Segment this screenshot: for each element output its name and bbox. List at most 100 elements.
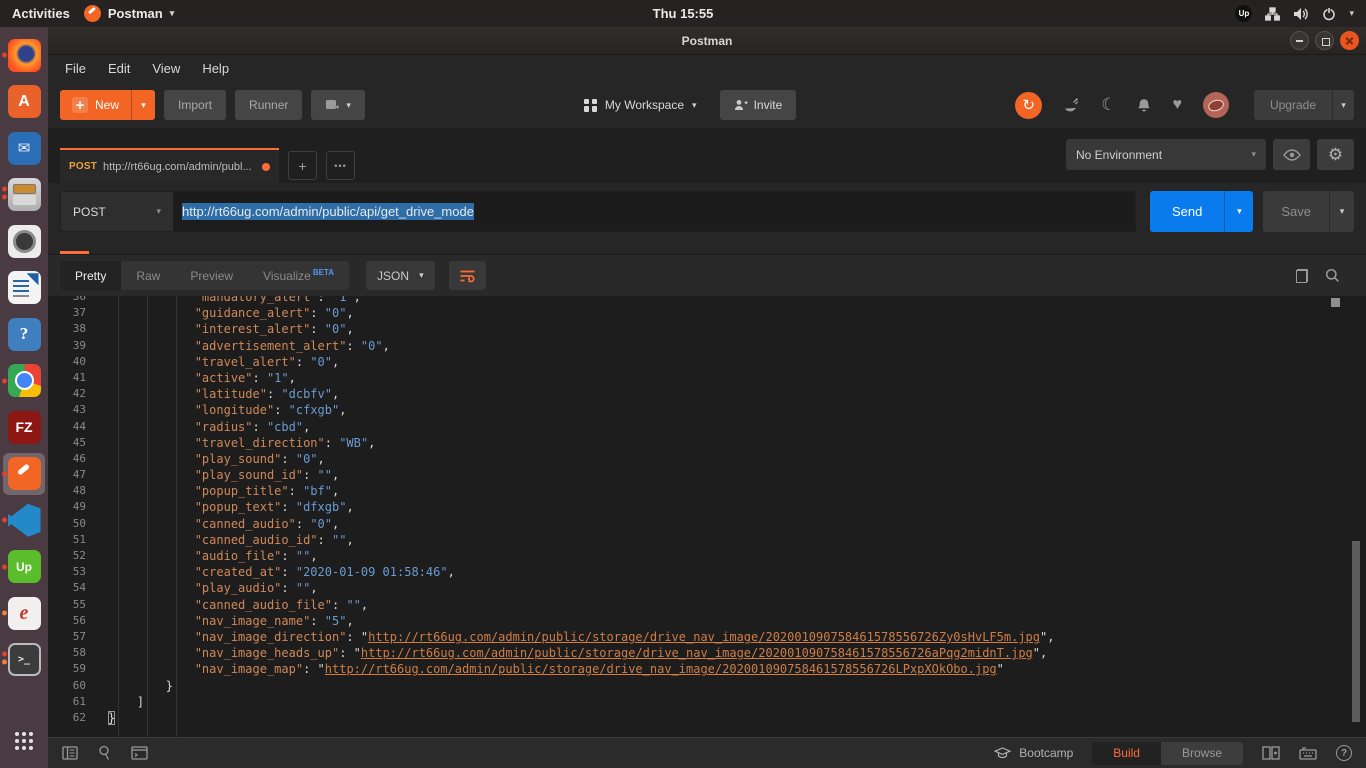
dock-item-file-cabinet[interactable] [0,172,48,219]
code-line: 39 "advertisement_alert": "0", [48,338,1366,354]
line-number: 38 [48,321,96,337]
chevron-down-icon[interactable]: ▾ [1349,8,1354,19]
code-line: 47 "play_sound_id": "", [48,467,1366,483]
avatar[interactable] [1203,92,1229,118]
request-tab[interactable]: POST http://rt66ug.com/admin/publ... [60,148,279,183]
menu-view[interactable]: View [143,58,189,79]
copy-icon[interactable] [1296,269,1308,283]
response-link[interactable]: http://rt66ug.com/admin/public/storage/d… [325,662,997,676]
workspace-selector[interactable]: My Workspace ▾ [584,98,697,112]
send-dropdown[interactable]: ▾ [1224,191,1253,232]
tab-pretty[interactable]: Pretty [60,261,121,290]
help-button[interactable]: ? [1336,745,1352,761]
sidebar-toggle-icon[interactable] [62,746,78,760]
build-tab[interactable]: Build [1092,742,1161,765]
code-line: 62} [48,710,1366,726]
code-line: 54 "play_audio": "", [48,580,1366,596]
environment-selector[interactable]: No Environment ▾ [1066,139,1266,170]
power-icon[interactable] [1322,7,1336,21]
dock-item-chrome[interactable] [0,358,48,405]
dock-item-show-applications[interactable] [0,718,48,765]
dock-item-vscode[interactable] [0,497,48,544]
invite-button[interactable]: Invite [720,90,797,120]
upgrade-button[interactable]: Upgrade ▾ [1254,90,1354,120]
language-label: JSON [377,269,409,283]
language-selector[interactable]: JSON ▾ [366,261,435,290]
code-line: 53 "created_at": "2020-01-09 01:58:46", [48,564,1366,580]
scrollbar-top[interactable] [1331,298,1340,307]
search-icon[interactable] [1325,268,1340,283]
keyboard-shortcuts-icon[interactable] [1299,747,1317,760]
volume-icon[interactable] [1293,7,1309,21]
import-button[interactable]: Import [164,90,226,120]
environment-preview-button[interactable] [1273,139,1310,170]
clock[interactable]: Thu 15:55 [653,6,714,21]
sync-icon[interactable]: ↻ [1015,92,1042,119]
dock-item-firefox[interactable] [0,32,48,79]
new-button[interactable]: +New ▾ [60,90,155,120]
open-new-window-button[interactable]: ▾ [311,90,365,120]
dock-item-postman[interactable] [0,451,48,498]
send-button[interactable]: Send ▾ [1150,191,1253,232]
upwork-tray-icon[interactable]: Up [1235,5,1252,22]
method-selector[interactable]: POST ▾ [60,191,173,232]
dock-item-help[interactable]: ? [0,311,48,358]
request-tabs-collapsed [48,240,1366,255]
save-dropdown[interactable]: ▾ [1329,191,1354,232]
dock-item-media-app[interactable] [0,218,48,265]
bootcamp-button[interactable]: Bootcamp [994,746,1073,760]
moon-icon[interactable]: ☾ [1101,95,1116,115]
code-line: 38 "interest_alert": "0", [48,321,1366,337]
satellite-icon[interactable] [1063,98,1080,113]
activities-button[interactable]: Activities [12,6,70,21]
menu-help[interactable]: Help [193,58,238,79]
maximize-button[interactable] [1315,31,1334,50]
settings-button[interactable]: ⚙ [1317,139,1354,170]
tab-visualize[interactable]: VisualizeBETA [248,261,349,290]
postman-window: Postman File Edit View Help +New ▾ Impor… [48,27,1366,768]
dock-item-filezilla[interactable]: FZ [0,404,48,451]
tab-options-button[interactable]: ••• [326,151,355,180]
tab-method: POST [69,161,97,172]
dock-item-ubuntu-software[interactable]: A [0,79,48,126]
find-icon[interactable] [97,745,112,761]
dock-item-thunderbird[interactable]: ✉ [0,125,48,172]
line-number: 61 [48,694,96,710]
network-icon[interactable] [1265,7,1280,21]
two-pane-icon[interactable] [1262,746,1280,760]
url-input[interactable]: http://rt66ug.com/admin/public/api/get_d… [173,191,1136,232]
runner-button[interactable]: Runner [235,90,302,120]
media-app-icon [8,225,41,258]
heart-icon[interactable]: ♥ [1172,96,1182,114]
new-dropdown[interactable]: ▾ [131,90,155,120]
environment-label: No Environment [1076,148,1162,162]
close-button[interactable] [1340,31,1359,50]
response-link[interactable]: http://rt66ug.com/admin/public/storage/d… [361,646,1033,660]
app-menu[interactable]: Postman ▾ [84,5,174,22]
save-button[interactable]: Save ▾ [1263,191,1354,232]
browse-tab[interactable]: Browse [1161,742,1243,765]
window-titlebar[interactable]: Postman [48,27,1366,55]
line-number: 46 [48,451,96,467]
new-tab-button[interactable]: + [288,151,317,180]
console-icon[interactable] [131,746,148,760]
response-link[interactable]: http://rt66ug.com/admin/public/storage/d… [368,630,1040,644]
dock-item-upwork[interactable]: Up [0,544,48,591]
plus-icon: + [72,97,88,113]
wrap-text-button[interactable] [449,261,486,290]
upgrade-dropdown[interactable]: ▾ [1332,90,1354,120]
bell-icon[interactable] [1137,98,1151,113]
line-number: 47 [48,467,96,483]
menu-edit[interactable]: Edit [99,58,139,79]
tab-raw[interactable]: Raw [121,261,175,290]
menu-file[interactable]: File [56,58,95,79]
minimize-button[interactable] [1290,31,1309,50]
chevron-down-icon: ▾ [692,100,697,111]
tab-preview[interactable]: Preview [175,261,248,290]
dock-item-libreoffice-writer[interactable] [0,265,48,312]
response-body[interactable]: 36 "mandatory_alert": "1",37 "guidance_a… [48,296,1366,737]
dock-item-terminal[interactable]: >_ [0,637,48,684]
scrollbar-thumb[interactable] [1352,541,1360,722]
dock-item-annotator[interactable]: e [0,590,48,637]
writer-icon [8,271,41,304]
